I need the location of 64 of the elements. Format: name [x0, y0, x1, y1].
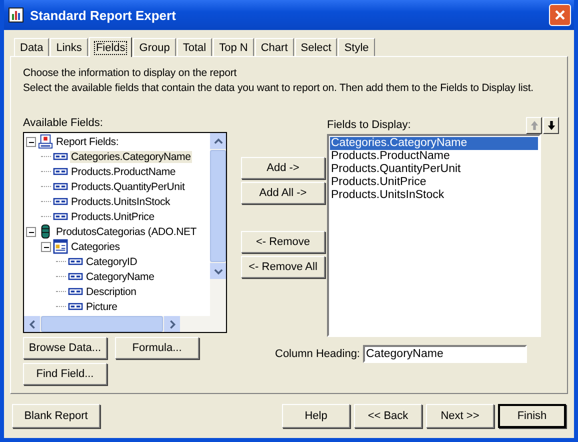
formula-button[interactable]: Formula... — [115, 337, 199, 359]
instruction-text: Choose the information to display on the report — [23, 67, 238, 79]
tab[interactable]: Data — [14, 38, 50, 56]
list-item[interactable]: Products.ProductName — [330, 150, 538, 163]
tab[interactable]: Total — [176, 38, 212, 56]
tree-item[interactable]: Products.QuantityPerUnit — [70, 180, 186, 192]
table-icon — [53, 239, 68, 254]
tree-item[interactable]: Report Fields: — [55, 136, 120, 148]
tab[interactable]: Select — [294, 38, 338, 56]
horizontal-scrollbar[interactable] — [24, 316, 226, 332]
add-button[interactable]: Add -> — [241, 157, 325, 179]
footer-button[interactable]: Next >> — [426, 404, 494, 428]
tree-item[interactable]: Categories — [70, 240, 121, 252]
scroll-down-icon — [214, 266, 222, 276]
field-tree[interactable] — [23, 132, 227, 333]
tab[interactable]: Top N — [213, 38, 254, 56]
tab[interactable]: Chart — [254, 38, 294, 56]
tree-item[interactable]: CategoryID — [85, 256, 138, 268]
window-title: Standard Report Expert — [30, 8, 177, 22]
remove-button[interactable]: <- Remove All — [241, 256, 325, 278]
list-item[interactable]: Products.QuantityPerUnit — [330, 163, 538, 176]
close-icon — [554, 9, 566, 21]
collapse-icon[interactable] — [26, 226, 36, 236]
tree-item[interactable]: Products.UnitsInStock — [70, 196, 172, 208]
tab[interactable]: Links — [50, 38, 88, 56]
up-arrow-icon — [530, 120, 538, 131]
scroll-left-icon — [28, 320, 36, 328]
tree-item[interactable]: Description — [85, 286, 138, 298]
tab[interactable]: Group — [133, 38, 176, 56]
list-item[interactable]: Products.UnitPrice — [330, 176, 538, 189]
footer-button[interactable]: Help — [282, 404, 350, 428]
column-heading-field[interactable]: CategoryName — [363, 345, 527, 363]
fields-to-display-label: Fields to Display: — [327, 119, 411, 131]
report-icon — [8, 7, 24, 23]
footer-button[interactable]: << Back — [354, 404, 422, 428]
column-heading-label: Column Heading: — [275, 348, 360, 360]
add-button[interactable]: Add All -> — [241, 182, 325, 204]
vertical-scrollbar[interactable] — [210, 133, 226, 316]
browse-data-button[interactable]: Browse Data... — [23, 337, 107, 359]
scroll-up-icon — [214, 136, 222, 146]
tree-item[interactable]: Products.UnitPrice — [70, 210, 156, 222]
move-down-button[interactable] — [543, 117, 559, 134]
footer-button[interactable]: Finish — [498, 404, 566, 428]
remove-button[interactable]: <- Remove — [241, 231, 325, 253]
tab[interactable]: Style — [338, 38, 375, 56]
tree-item[interactable]: Categories.CategoryName — [70, 150, 192, 162]
tree-item[interactable]: Products.ProductName — [70, 166, 177, 178]
report-fields-icon — [38, 134, 53, 149]
close-button[interactable] — [549, 4, 571, 26]
instruction-text: Select the available fields that contain the data you want to report on. Then add them to the Fields to Display list. — [23, 82, 534, 94]
scroll-right-icon — [168, 320, 176, 328]
tree-item[interactable]: ProdutosCategorias (ADO.NET — [55, 226, 198, 238]
collapse-icon[interactable] — [26, 136, 36, 146]
fields-to-display-list[interactable]: Categories.CategoryName Products.ProductName Products.QuantityPerUnit Products.UnitPrice Products.UnitsInStock — [327, 134, 541, 337]
list-item[interactable]: Categories.CategoryName — [330, 137, 538, 150]
available-fields-label: Available Fields: — [23, 117, 104, 129]
tab[interactable]: Fields — [88, 37, 132, 57]
find-field-button[interactable]: Find Field... — [23, 363, 107, 385]
list-item[interactable]: Products.UnitsInStock — [330, 189, 538, 202]
collapse-icon[interactable] — [41, 242, 51, 252]
tree-item[interactable]: CategoryName — [85, 270, 156, 282]
footer-button[interactable]: Blank Report — [12, 404, 100, 428]
tree-item[interactable]: Picture — [85, 300, 118, 312]
down-arrow-icon — [546, 120, 556, 131]
